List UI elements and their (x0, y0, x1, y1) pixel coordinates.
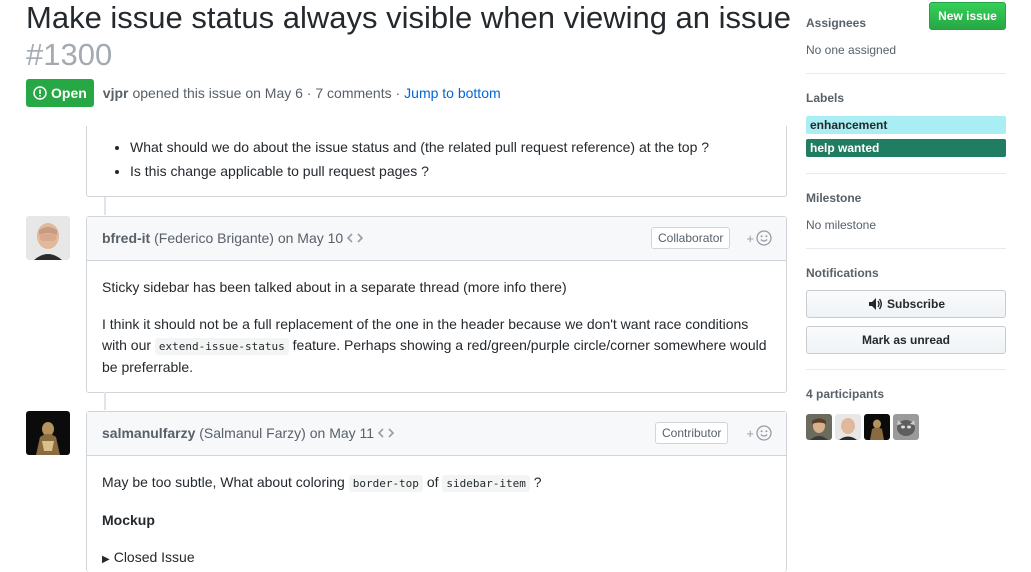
code-icon[interactable] (377, 427, 395, 439)
participant-avatar[interactable] (806, 414, 832, 440)
comment-paragraph: Sticky sidebar has been talked about in … (102, 279, 567, 295)
comment-body: Sticky sidebar has been talked about in … (87, 277, 786, 378)
comment-header: salmanulfarzy (Salmanul Farzy) on May 11… (87, 412, 786, 456)
opened-text: opened this issue on May 6 · 7 comments … (132, 85, 401, 101)
smiley-icon (756, 230, 772, 246)
previous-comment-body: What should we do about the issue status… (86, 126, 787, 197)
triangle-right-icon: ▶ (102, 554, 110, 565)
jump-to-bottom-link[interactable]: Jump to bottom (404, 85, 501, 101)
list-item: Is this change applicable to pull reques… (130, 159, 709, 183)
label-enhancement[interactable]: enhancement (806, 116, 1006, 134)
divider (806, 173, 1006, 174)
mark-as-unread-button[interactable]: Mark as unread (806, 326, 1006, 354)
comment-author[interactable]: salmanulfarzy (102, 425, 195, 441)
issue-opened-icon (33, 86, 47, 100)
comment-header: bfred-it (Federico Brigante) on May 10 C… (87, 217, 786, 261)
timeline-connector (104, 197, 106, 215)
participant-avatar[interactable] (893, 414, 919, 440)
issue-author[interactable]: vjpr (103, 85, 129, 101)
code-icon[interactable] (346, 232, 364, 244)
issue-title: Make issue status always visible when vi… (26, 0, 792, 35)
list-item: What should we do about the issue status… (130, 135, 709, 159)
assignees-value: No one assigned (806, 43, 897, 57)
add-reaction-button[interactable]: + (746, 230, 772, 246)
divider (806, 73, 1006, 74)
status-label: Open (51, 85, 87, 101)
comment: salmanulfarzy (Salmanul Farzy) on May 11… (86, 411, 787, 572)
mockup-heading: Mockup (102, 512, 155, 528)
milestone-value: No milestone (806, 218, 877, 232)
labels-heading[interactable]: Labels (806, 91, 844, 105)
comment-meta: (Salmanul Farzy) on May 11 (199, 425, 375, 441)
issue-number: #1300 (26, 37, 113, 72)
collaborator-badge: Collaborator (651, 227, 731, 249)
contributor-badge: Contributor (655, 422, 729, 444)
label-help-wanted[interactable]: help wanted (806, 139, 1006, 157)
milestone-heading[interactable]: Milestone (806, 191, 861, 205)
comment-paragraph: May be too subtle, What about coloring b… (102, 474, 542, 492)
avatar[interactable] (26, 411, 70, 455)
comment-paragraph: I think it should not be a full replacem… (102, 316, 767, 375)
comment-meta: (Federico Brigante) on May 10 (154, 230, 344, 246)
avatar[interactable] (26, 216, 70, 260)
participants-heading: 4 participants (806, 387, 885, 401)
add-reaction-button[interactable]: + (746, 425, 772, 441)
speaker-icon (868, 298, 882, 310)
comment-body: May be too subtle, What about coloring b… (87, 472, 786, 570)
divider (806, 248, 1006, 249)
notifications-heading: Notifications (806, 266, 879, 280)
comment-author[interactable]: bfred-it (102, 230, 150, 246)
subscribe-button[interactable]: Subscribe (806, 290, 1006, 318)
assignees-heading[interactable]: Assignees (806, 16, 866, 30)
issue-meta: Open vjpr opened this issue on May 6 · 7… (26, 79, 501, 107)
inline-code: extend-issue-status (154, 338, 289, 355)
inline-code: sidebar-item (442, 475, 530, 492)
details-summary[interactable]: ▶ Closed Issue (102, 547, 771, 570)
divider (806, 369, 1006, 370)
participant-avatar[interactable] (864, 414, 890, 440)
subscribe-label: Subscribe (886, 297, 946, 311)
status-badge: Open (26, 79, 94, 107)
inline-code: border-top (348, 475, 423, 492)
timeline-connector (104, 392, 106, 410)
comment: bfred-it (Federico Brigante) on May 10 C… (86, 216, 787, 393)
smiley-icon (756, 425, 772, 441)
new-issue-button[interactable]: New issue (929, 2, 1006, 30)
participant-avatar[interactable] (835, 414, 861, 440)
